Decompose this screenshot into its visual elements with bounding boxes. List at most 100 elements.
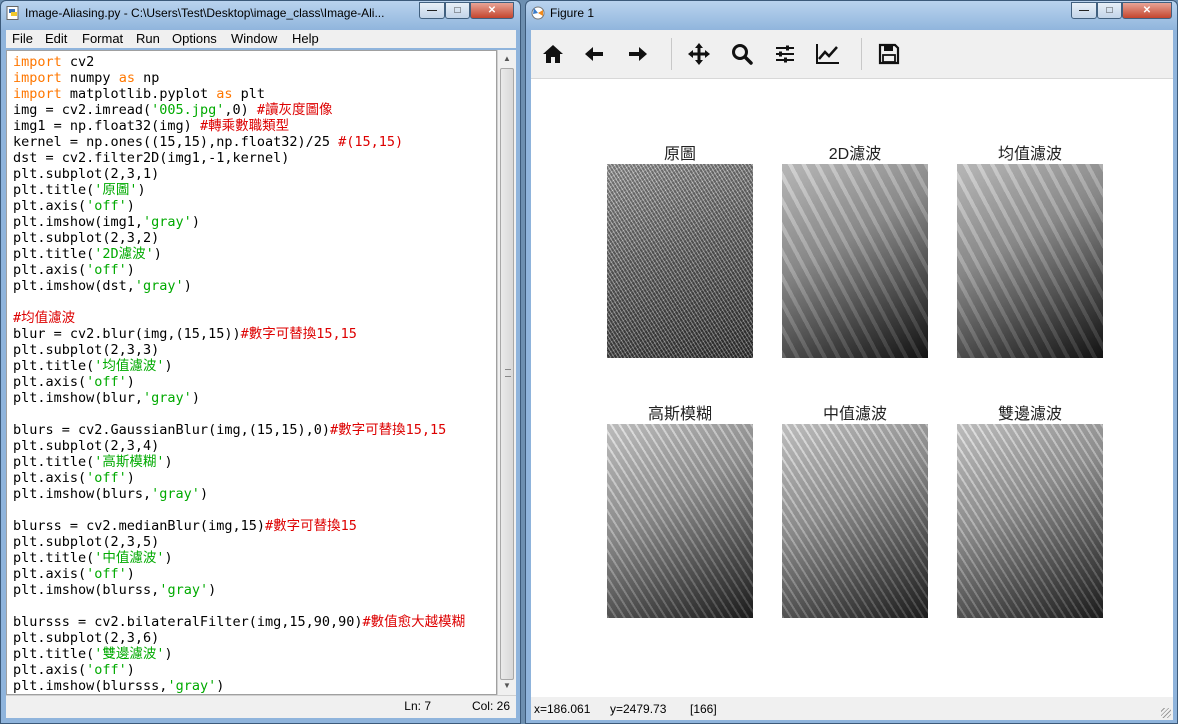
code-token: '原圖' [94, 182, 138, 198]
code-line[interactable]: plt.subplot(2,3,2) [13, 230, 465, 246]
code-line[interactable]: plt.axis('off') [13, 374, 465, 390]
save-floppy-icon[interactable] [875, 40, 903, 68]
code-line[interactable]: plt.subplot(2,3,4) [13, 438, 465, 454]
code-line[interactable]: plt.imshow(blurs,'gray') [13, 486, 465, 502]
close-button[interactable]: ✕ [470, 2, 514, 19]
code-line[interactable]: plt.subplot(2,3,6) [13, 630, 465, 646]
forward-arrow-icon[interactable] [623, 40, 651, 68]
figure-maximize-button[interactable]: □ [1097, 2, 1122, 19]
menu-edit[interactable]: Edit [45, 31, 67, 46]
subplot-image[interactable] [782, 164, 928, 358]
code-line[interactable]: blur = cv2.blur(img,(15,15))#數字可替換15,15 [13, 326, 465, 342]
code-line[interactable] [13, 294, 465, 310]
code-token: import [13, 54, 62, 70]
code-line[interactable]: img1 = np.float32(img) #轉乘數職類型 [13, 118, 465, 134]
code-token: plt.axis( [13, 566, 87, 582]
subplot-title: 雙邊濾波 [997, 406, 1062, 423]
figure-close-button[interactable]: ✕ [1122, 2, 1172, 19]
code-token: ) [126, 374, 135, 390]
code-line[interactable]: plt.imshow(img1,'gray') [13, 214, 465, 230]
menu-window[interactable]: Window [231, 31, 277, 46]
code-line[interactable]: plt.subplot(2,3,1) [13, 166, 465, 182]
code-line[interactable]: plt.title('中值濾波') [13, 550, 465, 566]
idle-titlebar[interactable]: Image-Aliasing.py - C:\Users\Test\Deskto… [1, 1, 520, 29]
code-line[interactable] [13, 598, 465, 614]
code-token: ) [153, 246, 162, 262]
code-token: plt.title( [13, 182, 95, 198]
code-line[interactable]: blurs = cv2.GaussianBlur(img,(15,15),0)#… [13, 422, 465, 438]
figure-minimize-button[interactable]: — [1071, 2, 1097, 19]
code-token: 'gray' [134, 278, 184, 294]
menu-options[interactable]: Options [172, 31, 217, 46]
code-line[interactable]: plt.imshow(blurss,'gray') [13, 582, 465, 598]
code-line[interactable] [13, 502, 465, 518]
menu-help[interactable]: Help [292, 31, 319, 46]
status-column: Col: 26 [471, 699, 510, 713]
subplots-config-icon[interactable] [771, 40, 799, 68]
code-line[interactable]: plt.axis('off') [13, 262, 465, 278]
minimize-button[interactable]: — [419, 2, 445, 19]
code-line[interactable]: plt.imshow(dst,'gray') [13, 278, 465, 294]
code-token: np [134, 70, 160, 86]
subplot-image[interactable] [957, 164, 1103, 358]
code-token: plt.imshow(blur, [13, 390, 144, 406]
scrollbar-thumb[interactable] [500, 68, 514, 680]
subplot-image[interactable] [782, 424, 928, 618]
code-line[interactable]: plt.imshow(blursss,'gray') [13, 678, 465, 694]
maximize-button[interactable]: □ [445, 2, 470, 19]
code-line[interactable]: plt.title('原圖') [13, 182, 465, 198]
menu-file[interactable]: File [12, 31, 33, 46]
code-line[interactable]: plt.axis('off') [13, 662, 465, 678]
code-line[interactable]: plt.axis('off') [13, 198, 465, 214]
subplot-image[interactable] [607, 424, 753, 618]
back-arrow-icon[interactable] [581, 40, 609, 68]
code-line[interactable]: blursss = cv2.bilateralFilter(img,15,90,… [13, 614, 465, 630]
code-line[interactable]: plt.title('均值濾波') [13, 358, 465, 374]
code-line[interactable]: import matplotlib.pyplot as plt [13, 86, 465, 102]
code-line[interactable]: import cv2 [13, 54, 465, 70]
subplot-image[interactable] [607, 164, 753, 358]
code-line[interactable]: plt.subplot(2,3,3) [13, 342, 465, 358]
resize-grip-icon[interactable] [1161, 708, 1171, 718]
menu-run[interactable]: Run [136, 31, 160, 46]
vertical-scrollbar[interactable]: ▲ ▼ [497, 50, 516, 695]
code-line[interactable]: plt.imshow(blur,'gray') [13, 390, 465, 406]
code-line[interactable]: dst = cv2.filter2D(img1,-1,kernel) [13, 150, 465, 166]
code-editor[interactable]: import cv2 import numpy as np import matpl… [6, 50, 497, 695]
code-line[interactable]: plt.axis('off') [13, 566, 465, 582]
code-token: plt.title( [13, 246, 95, 262]
pan-move-icon[interactable] [685, 40, 713, 68]
subplot-title: 原圖 [663, 146, 696, 163]
code-line[interactable]: plt.title('2D濾波') [13, 246, 465, 262]
figure-canvas[interactable]: 原圖 2D濾波 均值濾波 高斯模糊 中值濾波 雙邊濾波 [531, 79, 1173, 697]
code-token: ) [164, 646, 173, 662]
code-token: 'gray' [151, 486, 200, 502]
code-line[interactable]: plt.subplot(2,3,5) [13, 534, 465, 550]
home-icon[interactable] [539, 40, 567, 68]
code-line[interactable]: kernel = np.ones((15,15),np.float32)/25 … [13, 134, 465, 150]
edit-axes-curve-icon[interactable] [814, 40, 842, 68]
figure-titlebar[interactable]: Figure 1 — □ ✕ [526, 1, 1177, 29]
menu-bar: File Edit Format Run Options Window Help [6, 30, 516, 48]
menu-format[interactable]: Format [82, 31, 123, 46]
code-line[interactable]: blurss = cv2.medianBlur(img,15)#數字可替換15 [13, 518, 465, 534]
code-line[interactable]: import numpy as np [13, 70, 465, 86]
subplot-image[interactable] [957, 424, 1103, 618]
subplot-title: 均值濾波 [997, 146, 1062, 163]
source-code[interactable]: import cv2 import numpy as np import matpl… [13, 54, 465, 694]
code-line[interactable]: #均值濾波 [13, 310, 465, 326]
scroll-down-icon[interactable]: ▼ [500, 679, 514, 693]
code-line[interactable]: img = cv2.imread('005.jpg',0) #讀灰度圖像 [13, 102, 465, 118]
scroll-up-icon[interactable]: ▲ [500, 52, 514, 66]
code-line[interactable]: plt.axis('off') [13, 470, 465, 486]
code-token: ) [137, 182, 146, 198]
code-token: 'gray' [143, 214, 192, 230]
code-token: plt.axis( [13, 662, 87, 678]
zoom-magnifier-icon[interactable] [728, 40, 756, 68]
code-line[interactable] [13, 406, 465, 422]
code-line[interactable]: plt.title('高斯模糊') [13, 454, 465, 470]
code-token: plt.axis( [13, 198, 87, 214]
code-token: ) [126, 470, 135, 486]
code-line[interactable]: plt.title('雙邊濾波') [13, 646, 465, 662]
cursor-x-readout: x=186.061 [534, 702, 591, 716]
